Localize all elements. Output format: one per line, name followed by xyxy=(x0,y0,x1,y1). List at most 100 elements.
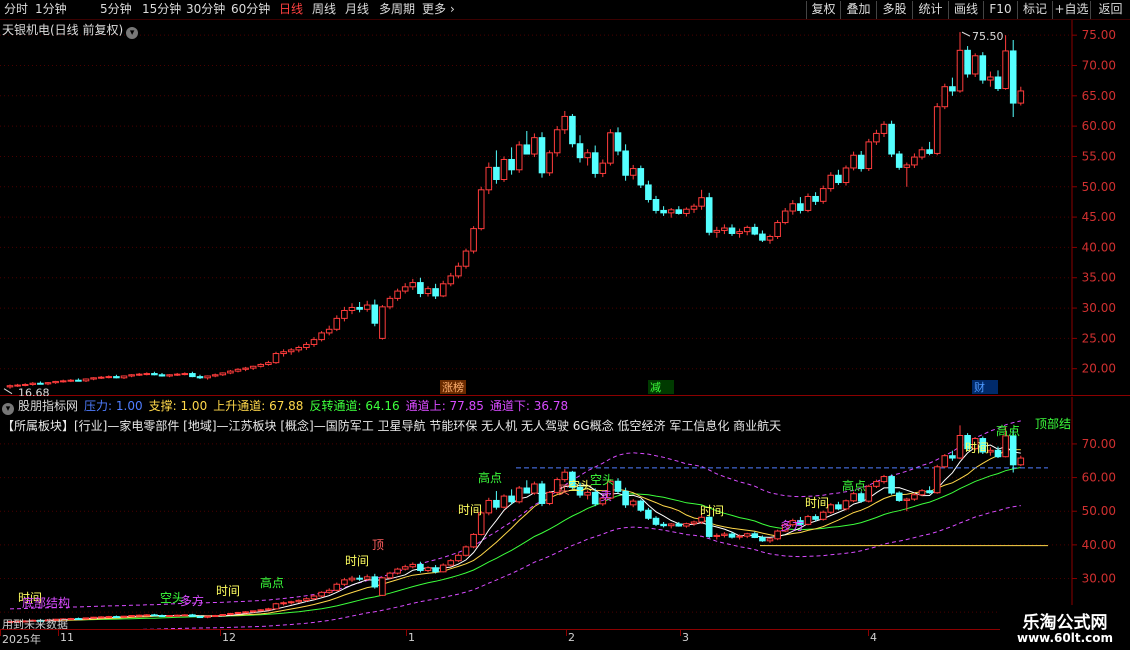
event-marker-0[interactable]: 涨榜 xyxy=(442,380,464,394)
toolbar-button-5[interactable]: F10 xyxy=(983,1,1017,19)
candle-body xyxy=(903,164,911,168)
event-marker-2[interactable]: 财 xyxy=(974,380,985,394)
candle-body xyxy=(759,233,766,241)
candle-body xyxy=(835,174,842,184)
indicator-candle-body xyxy=(857,493,865,502)
candle-body xyxy=(667,209,675,214)
toolbar-button-4[interactable]: 画线 xyxy=(948,1,983,19)
period-tab-3[interactable]: 15分钟 xyxy=(142,2,181,17)
toolbar-button-3[interactable]: 统计 xyxy=(912,1,948,19)
candle-body xyxy=(90,377,97,380)
candle-body xyxy=(645,184,652,201)
indicator-candle-body xyxy=(949,455,956,459)
candle-body xyxy=(857,154,865,170)
candle-body xyxy=(964,49,971,75)
indicator-candle-body xyxy=(1002,435,1009,458)
price-tick-label: 55.00 xyxy=(1082,149,1116,163)
candle-body xyxy=(553,129,561,154)
chevron-down-icon[interactable]: ▾ xyxy=(2,403,14,415)
toolbar-button-2[interactable]: 多股 xyxy=(876,1,912,19)
indicator-annotation: 时间 xyxy=(458,503,482,517)
indicator-candle-body xyxy=(713,534,721,537)
indicator-candle-body xyxy=(113,616,120,619)
candle-body xyxy=(356,306,363,310)
chevron-right-icon[interactable]: › xyxy=(450,2,455,17)
period-tab-4[interactable]: 30分钟 xyxy=(186,2,225,17)
indicator-candle-body xyxy=(409,563,417,568)
indicator-annotation: 空头 xyxy=(590,473,614,487)
price-tick-label: 70.00 xyxy=(1082,58,1116,72)
indicator-candle-body xyxy=(401,566,409,570)
candle-body xyxy=(318,332,325,341)
period-tab-10[interactable]: 更多 xyxy=(422,2,446,17)
period-tab-5[interactable]: 60分钟 xyxy=(231,2,270,17)
indicator-candle-body xyxy=(371,576,379,588)
indicator-annotation: 多方 xyxy=(180,593,204,608)
candle-body xyxy=(52,380,59,384)
candle-body xyxy=(911,156,918,166)
indicator-candle-body xyxy=(637,500,645,511)
period-tab-7[interactable]: 周线 xyxy=(312,2,336,17)
candle-body xyxy=(789,203,797,212)
indicator-candle-body xyxy=(500,495,508,508)
candle-body xyxy=(44,382,52,385)
candle-body xyxy=(804,195,812,211)
indicator-candle-body xyxy=(227,613,234,616)
event-marker-1[interactable]: 减 xyxy=(650,381,661,394)
candle-body xyxy=(249,365,257,369)
toolbar-button-7[interactable]: +自选 xyxy=(1052,1,1090,19)
main-candlestick-pane[interactable]: 75.00 70.00 65.00 60.00 55.00 50.00 45.00 40.00… xyxy=(0,20,1130,396)
indicator-candle-body xyxy=(432,567,439,573)
candle-body xyxy=(82,378,90,382)
candle-body xyxy=(371,304,379,324)
indicator-annotation: 顶 xyxy=(372,538,384,552)
indicator-tick-label: 50.00 xyxy=(1082,504,1116,518)
indicator-candle-body xyxy=(759,536,766,542)
period-tab-2[interactable]: 5分钟 xyxy=(100,2,132,17)
indicator-annotation: 底部结构 xyxy=(22,595,70,610)
candle-body xyxy=(257,363,265,367)
indicator-candle-body xyxy=(143,614,151,617)
period-tab-6[interactable]: 日线 xyxy=(279,2,303,17)
candle-body xyxy=(591,152,599,174)
period-tab-9[interactable]: 多周期 xyxy=(379,2,415,17)
candle-body xyxy=(766,236,774,241)
toolbar-button-1[interactable]: 叠加 xyxy=(840,1,876,19)
indicator-candle-body xyxy=(211,615,219,618)
candle-body xyxy=(797,203,804,211)
indicator-tick-label: 70.00 xyxy=(1082,437,1116,451)
toolbar-button-8[interactable]: 返回 xyxy=(1090,1,1130,19)
indicator-annotation: 顶部结 xyxy=(1035,416,1071,431)
indicator-candle-body xyxy=(97,616,105,619)
indicator-candle-body xyxy=(128,615,135,618)
low-price-label: 16.68 xyxy=(18,387,50,396)
toolbar-button-6[interactable]: 标记 xyxy=(1017,1,1052,19)
indicator-candle-body xyxy=(873,481,880,487)
candle-body xyxy=(181,373,189,376)
candle-body xyxy=(128,374,135,377)
candle-body xyxy=(21,383,29,386)
indicator-candle-body xyxy=(508,495,515,503)
period-tab-8[interactable]: 月线 xyxy=(345,2,369,17)
price-tick-label: 40.00 xyxy=(1082,240,1116,254)
indicator-candle-body xyxy=(166,615,173,618)
candle-body xyxy=(500,158,508,180)
indicator-candle-body xyxy=(941,455,949,468)
indicator-candle-body xyxy=(683,523,690,527)
candlestick-chart[interactable]: 75.00 70.00 65.00 60.00 55.00 50.00 45.00 40.00… xyxy=(0,20,1130,396)
candle-body xyxy=(622,150,629,176)
indicator-pane[interactable]: 70.0060.0050.0040.0030.0020.00时间时间时间时间时间… xyxy=(0,397,1130,629)
candle-body xyxy=(341,309,348,319)
param-label-0: 压力 xyxy=(84,399,109,413)
indicator-candle-body xyxy=(120,615,128,618)
candle-body xyxy=(819,188,827,202)
toolbar-button-0[interactable]: 复权 xyxy=(806,1,840,19)
candle-body xyxy=(295,346,303,351)
indicator-title-row: ▾ 股朋指标网 压力: 1.00 支撑: 1.00 上升通道: 67.88 反转通道: 6… xyxy=(2,399,574,415)
indicator-candle-body xyxy=(850,493,857,502)
price-tick-label: 25.00 xyxy=(1082,331,1116,345)
indicator-candle-body xyxy=(493,499,500,508)
period-tab-0[interactable]: 分时 xyxy=(4,2,28,17)
chevron-down-icon[interactable]: ▾ xyxy=(126,27,139,39)
period-tab-1[interactable]: 1分钟 xyxy=(35,2,67,17)
